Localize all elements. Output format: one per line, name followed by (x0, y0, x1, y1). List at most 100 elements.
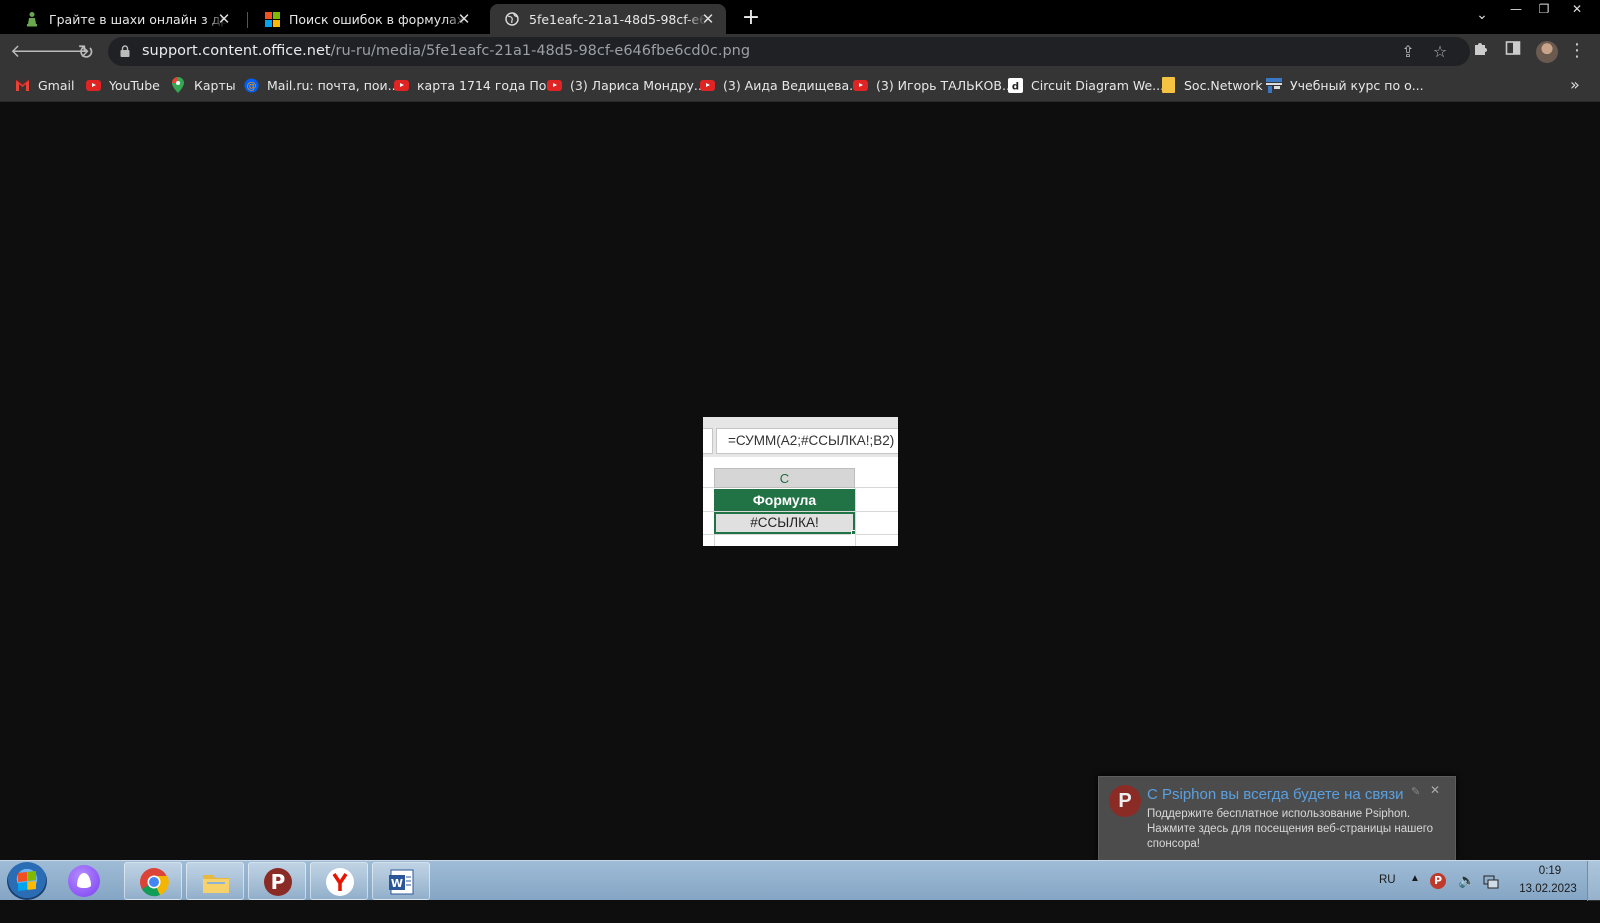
taskbar-word[interactable]: W (372, 862, 430, 900)
clock-date[interactable]: 13.02.2023 (1514, 883, 1582, 923)
error-cell: #ССЫЛКА! (714, 512, 855, 534)
url-path: /ru-ru/media/5fe1eafc-21a1-48d5-98cf-e64… (330, 43, 751, 59)
youtube-icon (546, 77, 562, 93)
youtube-icon (699, 77, 715, 93)
start-button[interactable] (7, 862, 47, 900)
yandex-browser-icon (326, 868, 354, 896)
taskbar-explorer[interactable] (186, 862, 244, 900)
grid-line (703, 534, 898, 535)
psiphon-icon: P (264, 868, 292, 896)
tab-search-button[interactable]: ⌄ (1468, 6, 1496, 24)
tab-separator (247, 12, 248, 28)
share-icon[interactable]: ⇪ (1398, 42, 1418, 62)
bookmark-circuit[interactable]: d Circuit Diagram We... (1007, 76, 1164, 94)
more-bookmarks-chevron-icon[interactable]: » (1570, 75, 1580, 94)
chrome-icon (140, 868, 169, 897)
bookmark-star-icon[interactable]: ☆ (1430, 42, 1450, 62)
show-desktop-button[interactable] (1587, 861, 1600, 901)
minimize-button[interactable]: — (1502, 0, 1530, 18)
bookmark-course[interactable]: Учебный курс по о... (1266, 76, 1424, 94)
youtube-icon (85, 77, 101, 93)
column-header-c: C (714, 468, 855, 488)
tab-title: Грайте в шахи онлайн з друзями (49, 11, 227, 27)
address-bar[interactable]: support.content.office.net/ru-ru/media/5… (108, 37, 1470, 66)
windows-taskbar: P W RU ▲ P 🔈 0:19 13.02.2023 (0, 860, 1600, 901)
restore-button[interactable]: ❐ (1530, 0, 1558, 18)
back-button[interactable]: 🡐 (10, 40, 58, 64)
svg-text:W: W (391, 877, 403, 890)
tab-strip: Грайте в шахи онлайн з друзями ✕ Поиск о… (0, 0, 1600, 34)
close-window-button[interactable]: ✕ (1560, 0, 1594, 18)
taskbar-yandex-browser[interactable] (310, 862, 368, 900)
bookmark-aida[interactable]: (3) Аида Ведищева... (699, 76, 861, 94)
tab-image-active[interactable]: 5fe1eafc-21a1-48d5-98cf-e646fbe6cd0c.png… (490, 4, 726, 34)
url-host: support.content.office.net (142, 43, 331, 59)
bookmark-maps[interactable]: Карты (170, 76, 236, 94)
circuit-icon: d (1007, 77, 1023, 93)
chess-pawn-icon (24, 11, 40, 27)
excel-screenshot-image: =СУММ(A2;#ССЫЛКА!;B2) C Формула #ССЫЛКА! (703, 417, 898, 546)
svg-text:P: P (271, 870, 286, 894)
profile-avatar[interactable] (1536, 41, 1558, 63)
mailru-icon: @ (243, 77, 259, 93)
lock-icon (120, 45, 130, 57)
folder-icon (1160, 77, 1176, 93)
network-icon[interactable] (1483, 874, 1499, 889)
menu-kebab-icon[interactable]: ⋮ (1566, 40, 1588, 62)
bookmark-mailru[interactable]: @ Mail.ru: почта, пои... (243, 76, 400, 94)
notification-title: С Psiphon вы всегда будете на связи (1147, 786, 1404, 803)
youtube-icon (393, 77, 409, 93)
header-cell: Формула (714, 489, 855, 511)
explorer-icon (203, 875, 229, 893)
word-icon: W (389, 869, 414, 895)
browser-toolbar: 🡐 🡒 ↻ support.content.office.net/ru-ru/m… (0, 34, 1600, 69)
bookmark-igor[interactable]: (3) Игорь ТАЛЬКОВ... (852, 76, 1014, 94)
page-viewport: =СУММ(A2;#ССЫЛКА!;B2) C Формула #ССЫЛКА! (0, 102, 1600, 860)
svg-text:@: @ (246, 81, 256, 92)
volume-icon[interactable]: 🔈 (1458, 872, 1475, 912)
notification-body: Поддержите бесплатное использование Psip… (1147, 808, 1434, 850)
forward-button[interactable]: 🡒 (42, 40, 90, 64)
formula-text: =СУММ(A2;#ССЫЛКА!;B2) (716, 428, 898, 454)
globe-icon (504, 11, 520, 27)
alice-icon[interactable] (68, 865, 100, 897)
psiphon-tray-icon[interactable]: P (1430, 873, 1446, 889)
tab-close-button[interactable]: ✕ (456, 11, 472, 27)
psiphon-logo-icon: P (1109, 785, 1141, 817)
pin-icon[interactable]: ✎ (1411, 785, 1420, 798)
new-tab-button[interactable]: + (738, 5, 764, 31)
gmail-icon (14, 77, 30, 93)
tab-title: Поиск ошибок в формулах - Сл (289, 11, 467, 27)
taskbar-psiphon[interactable]: P (248, 862, 306, 900)
url-text: support.content.office.net/ru-ru/media/5… (142, 43, 750, 59)
formula-bar: =СУММ(A2;#ССЫЛКА!;B2) (703, 417, 898, 457)
bookmark-gmail[interactable]: Gmail (14, 76, 74, 94)
windows-logo-icon (18, 871, 36, 891)
microsoft-icon (264, 11, 280, 27)
grid-line (714, 534, 715, 546)
taskbar-chrome[interactable] (124, 862, 182, 900)
side-panel-icon[interactable] (1502, 40, 1524, 62)
notification-close-button[interactable]: ✕ (1430, 783, 1440, 797)
bookmark-larisa[interactable]: (3) Лариса Мондру... (546, 76, 706, 94)
bookmark-youtube[interactable]: YouTube (85, 76, 160, 94)
maps-icon (170, 77, 186, 93)
reload-button[interactable]: ↻ (74, 40, 98, 64)
bookmark-soc-network[interactable]: Soc.Network (1160, 76, 1263, 94)
psiphon-notification[interactable]: P С Psiphon вы всегда будете на связи ✎ … (1098, 776, 1456, 861)
name-box (703, 428, 713, 454)
bookmarks-bar: Gmail YouTube Карты @ Mail.ru: почта, по… (0, 69, 1600, 102)
tab-chess[interactable]: Грайте в шахи онлайн з друзями ✕ (10, 4, 242, 34)
course-icon (1266, 77, 1282, 93)
tab-close-button[interactable]: ✕ (216, 11, 232, 27)
svg-text:d: d (1011, 81, 1018, 92)
tab-title: 5fe1eafc-21a1-48d5-98cf-e646fbe6cd0c.png (529, 11, 707, 27)
extensions-puzzle-icon[interactable] (1470, 40, 1492, 62)
tab-office-support[interactable]: Поиск ошибок в формулах - Сл ✕ (250, 4, 482, 34)
youtube-icon (852, 77, 868, 93)
language-indicator[interactable]: RU (1379, 874, 1396, 914)
tab-close-button[interactable]: ✕ (700, 11, 716, 27)
bookmark-map-1714[interactable]: карта 1714 года По... (393, 76, 558, 94)
show-hidden-icons-icon[interactable]: ▲ (1410, 873, 1420, 913)
grid-line (855, 488, 856, 546)
